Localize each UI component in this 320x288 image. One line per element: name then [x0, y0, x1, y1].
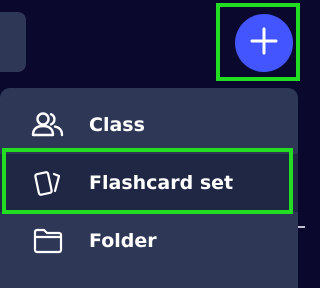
menu-item-class[interactable]: Class [0, 96, 298, 154]
folder-icon [30, 223, 66, 259]
users-icon [30, 107, 66, 143]
flashcard-set-highlight [2, 148, 293, 214]
background-divider [298, 226, 305, 228]
menu-item-folder[interactable]: Folder [0, 212, 298, 270]
search-bar-edge[interactable] [0, 12, 26, 72]
menu-item-label: Folder [89, 230, 157, 252]
menu-item-label: Class [89, 114, 145, 136]
create-button-highlight [216, 3, 300, 81]
